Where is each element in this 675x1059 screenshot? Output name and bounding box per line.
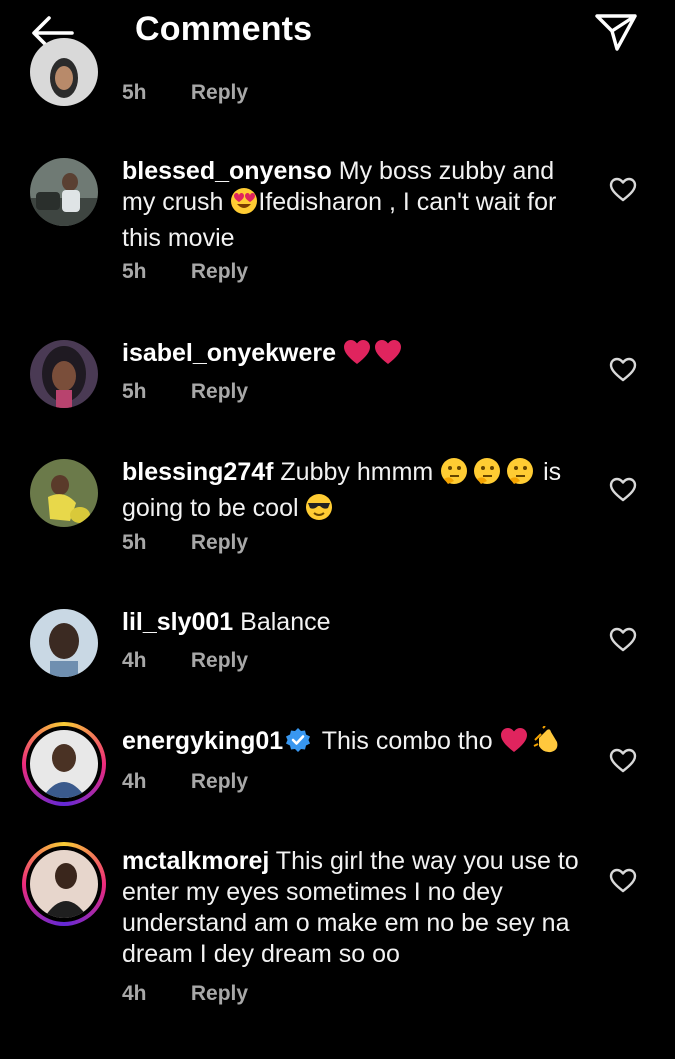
comment-text: mctalkmorej This girl the way you use to… — [122, 846, 592, 970]
comment-body: Balance — [240, 608, 331, 636]
comment-meta: 5h Reply — [122, 81, 248, 105]
comment-text: blessing274f Zubby hmmm is going to be c… — [122, 457, 592, 529]
reply-button[interactable]: Reply — [191, 649, 248, 672]
comment-time: 5h — [122, 531, 147, 554]
comment-time: 5h — [122, 380, 147, 403]
comment-text: isabel_onyekwere — [122, 338, 592, 374]
verified-badge-icon — [286, 728, 311, 752]
like-heart-icon[interactable] — [609, 868, 637, 894]
reply-button[interactable]: Reply — [191, 770, 248, 793]
avatar[interactable] — [30, 38, 98, 106]
comment-meta: 5h Reply — [122, 260, 248, 284]
comment-meta: 4h Reply — [122, 649, 248, 673]
comment-text: energyking01 This combo tho — [122, 725, 592, 762]
comment-username[interactable]: mctalkmorej — [122, 847, 269, 875]
page-title: Comments — [135, 10, 313, 48]
thinking-face-emoji-icon — [440, 457, 536, 493]
like-heart-icon[interactable] — [609, 477, 637, 503]
avatar[interactable] — [30, 459, 98, 527]
reply-button[interactable]: Reply — [191, 531, 248, 554]
comment-row: blessing274f Zubby hmmm is going to be c… — [0, 455, 675, 575]
comment-body: Zubby hmmm — [280, 458, 441, 486]
red-heart-emoji-icon — [343, 338, 403, 374]
comments-screen: Comments 5h Reply blessed_onyenso My bos… — [0, 0, 675, 1059]
reply-button[interactable]: Reply — [191, 81, 248, 104]
like-heart-icon[interactable] — [609, 357, 637, 383]
avatar[interactable] — [30, 609, 98, 677]
comment-row: lil_sly001 Balance 4h Reply — [0, 605, 675, 705]
red-heart-clap-emoji-icon — [500, 725, 562, 762]
comment-time: 5h — [122, 260, 147, 283]
comment-text: blessed_onyenso My boss zubby and my cru… — [122, 156, 592, 254]
comment-row: blessed_onyenso My boss zubby and my cru… — [0, 150, 675, 310]
avatar[interactable] — [30, 158, 98, 226]
comment-username[interactable]: lil_sly001 — [122, 608, 233, 636]
comment-time: 4h — [122, 982, 147, 1005]
comment-username[interactable]: blessed_onyenso — [122, 157, 332, 185]
comment-username[interactable]: blessing274f — [122, 458, 273, 486]
comment-meta: 5h Reply — [122, 531, 248, 555]
reply-button[interactable]: Reply — [191, 380, 248, 403]
header-bar: Comments — [0, 0, 675, 66]
comment-meta: 4h Reply — [122, 982, 248, 1006]
comment-body: This combo tho — [321, 727, 500, 755]
share-button[interactable] — [592, 8, 640, 54]
comment-time: 5h — [122, 81, 147, 104]
comment-time: 4h — [122, 649, 147, 672]
comment-username[interactable]: energyking01 — [122, 727, 283, 755]
like-heart-icon[interactable] — [609, 748, 637, 774]
like-heart-icon[interactable] — [609, 177, 637, 203]
story-ring-avatar[interactable] — [22, 842, 106, 926]
comment-meta: 4h Reply — [122, 770, 248, 794]
comment-text: lil_sly001 Balance — [122, 607, 592, 638]
reply-button[interactable]: Reply — [191, 260, 248, 283]
comment-meta: 5h Reply — [122, 380, 248, 404]
heart-eyes-emoji-icon — [230, 187, 258, 223]
like-heart-icon[interactable] — [609, 627, 637, 653]
comment-username[interactable]: isabel_onyekwere — [122, 339, 336, 367]
reply-button[interactable]: Reply — [191, 982, 248, 1005]
comment-row: 5h Reply — [0, 38, 675, 116]
comment-time: 4h — [122, 770, 147, 793]
sunglasses-emoji-icon — [305, 493, 333, 529]
comment-row: isabel_onyekwere 5h Reply — [0, 336, 675, 436]
paper-plane-icon — [595, 14, 637, 51]
avatar[interactable] — [30, 340, 98, 408]
comment-row: energyking01 This combo tho 4h Reply — [0, 722, 675, 822]
comment-row: mctalkmorej This girl the way you use to… — [0, 842, 675, 1022]
story-ring-avatar[interactable] — [22, 722, 106, 806]
